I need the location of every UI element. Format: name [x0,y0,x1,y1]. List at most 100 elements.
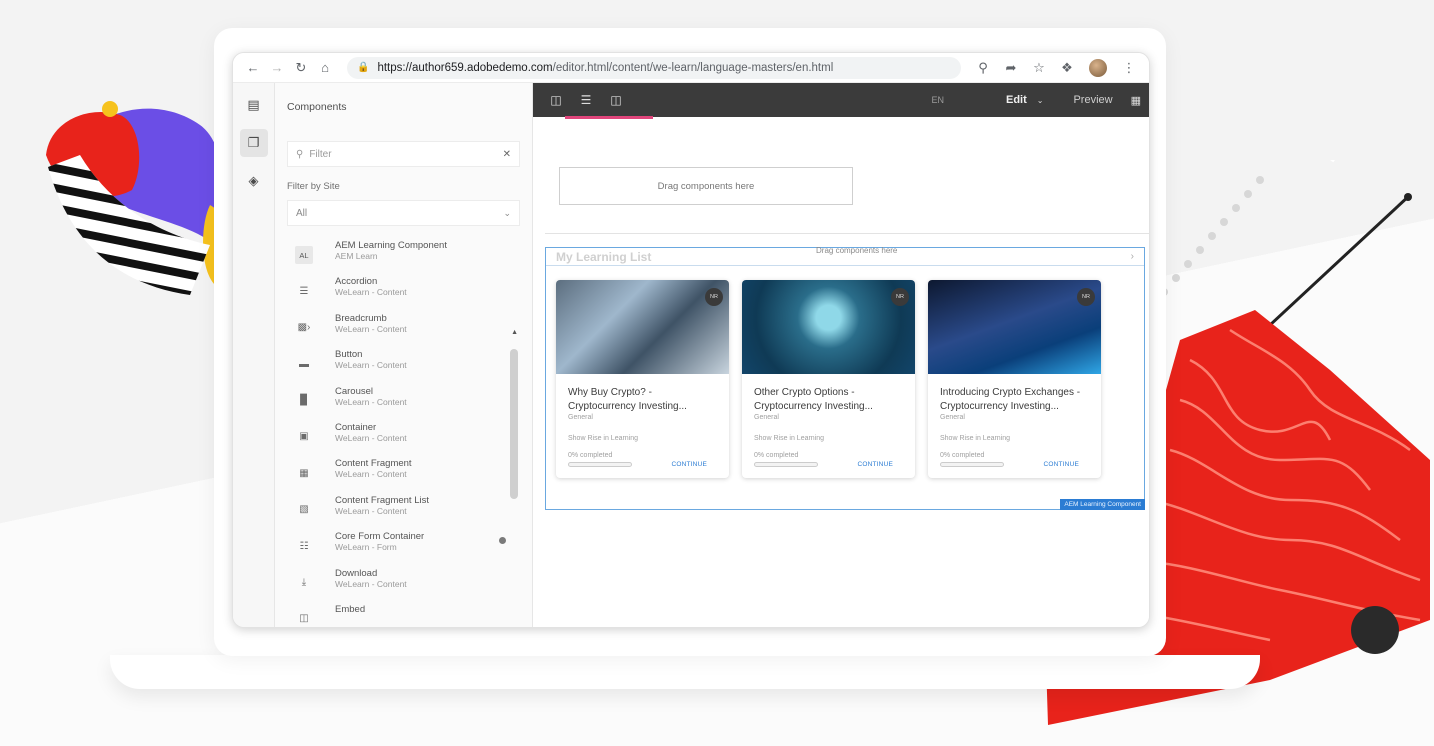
info-icon[interactable] [499,537,506,545]
home-icon: ⌂ [321,60,329,75]
continue-button[interactable]: CONTINUE [857,461,893,468]
forward-button[interactable]: → [265,56,289,80]
site-select[interactable]: All ⌄ [287,200,520,226]
preview-button[interactable]: Preview [1073,94,1112,106]
component-group: WeLearn - Content [335,396,407,407]
learning-cards: NR Why Buy Crypto? - Cryptocurrency Inve… [556,280,1101,478]
component-item-aem-learning[interactable]: AL AEM Learning Component AEM Learn [287,240,520,276]
component-name: Content Fragment [335,458,412,470]
learning-card[interactable]: NR Other Crypto Options - Cryptocurrency… [742,280,915,478]
back-button[interactable]: ← [241,56,265,80]
component-name: Container [335,421,377,433]
section-divider [545,233,1149,234]
component-name: Button [335,349,363,361]
component-item-download[interactable]: ⤓ Download WeLearn - Content [287,568,520,604]
browser-menu-button[interactable]: ⋮ [1117,56,1141,80]
container-icon: ▣ [299,431,309,443]
toggle-side-panel-button[interactable]: ◫ [541,83,571,117]
card-skill: Show Rise in Learning [940,435,1011,442]
component-item-breadcrumb[interactable]: ▩› Breadcrumb WeLearn - Content [287,313,520,349]
progress-bar [940,462,1004,467]
zoom-icon: ⚲ [978,59,988,75]
component-item-core-form-container[interactable]: ☷ Core Form Container WeLearn - Form [287,531,520,567]
form-container-icon: ☷ [299,540,309,552]
embed-icon: ◫ [299,613,309,625]
component-name: Accordion [335,276,378,288]
component-group: WeLearn - Content [335,432,407,443]
chevron-down-icon: ⌄ [503,207,511,218]
clear-filter-icon[interactable]: ✕ [503,149,511,160]
rail-page-tree-button[interactable]: ▤ [240,91,268,119]
address-bar[interactable]: 🔒 https://author659.adobedemo.com/editor… [347,56,961,79]
learning-card[interactable]: NR Introducing Crypto Exchanges - Crypto… [928,280,1101,478]
annotations-button[interactable]: ◫ [601,83,631,117]
site-select-value: All [296,207,308,219]
forward-arrow-icon: → [270,60,284,75]
page-editor: ◫ ☰ ◫ EN Edit ⌄ Preview ▦ Drag component… [533,83,1149,627]
component-name: Breadcrumb [335,312,387,324]
bookmark-button[interactable]: ☆ [1027,56,1051,80]
component-item-button[interactable]: ▬ Button WeLearn - Content [287,349,520,385]
profile-avatar[interactable] [1089,58,1107,77]
browser-window: ← → ↻ ⌂ 🔒 https://author659.adobedemo.co… [232,52,1150,628]
filter-placeholder: Filter [309,148,332,160]
components-icon: ❐ [247,135,260,150]
reload-button[interactable]: ↻ [289,56,313,80]
component-item-content-fragment-list[interactable]: ▧ Content Fragment List WeLearn - Content [287,495,520,531]
toolbar-right: EN Edit ⌄ Preview ▦ [931,94,1141,107]
component-item-content-fragment[interactable]: ▦ Content Fragment WeLearn - Content [287,458,520,494]
button-icon: ▬ [299,358,309,370]
aem-learning-component[interactable]: My Learning List Drag components here › … [545,246,1145,510]
aem-editor-app: ▤ ❐ ◈ Components ⚲ Filter ✕ Filter by Si… [233,83,1149,627]
card-progress-label: 0% completed [568,452,613,459]
rail-layers-button[interactable]: ◈ [240,167,268,195]
share-button[interactable]: ➦ [999,56,1023,80]
component-group: WeLearn - Content [335,578,407,589]
component-item-accordion[interactable]: ☰ Accordion WeLearn - Content [287,276,520,312]
scroll-up-arrow-icon[interactable]: ▲ [511,329,518,336]
drop-zone[interactable]: Drag components here [559,167,853,205]
card-skill: Show Rise in Learning [568,435,639,442]
side-panel-icon: ◫ [550,93,562,107]
component-tag: AEM Learning Component [1060,499,1145,510]
learning-drop-zone[interactable]: Drag components here [816,246,897,255]
back-arrow-icon: ← [246,60,260,75]
card-title: Why Buy Crypto? - Cryptocurrency Investi… [568,387,687,412]
learning-card[interactable]: NR Why Buy Crypto? - Cryptocurrency Inve… [556,280,729,478]
annotate-icon: ◫ [610,93,622,107]
mode-select[interactable]: Edit [1006,94,1027,106]
card-badge: NR [705,288,723,306]
card-progress-label: 0% completed [754,452,799,459]
card-thumbnail: NR [928,280,1101,374]
lock-icon: 🔒 [357,62,370,73]
component-item-embed[interactable]: ◫ Embed [287,604,520,627]
browser-toolbar: ← → ↻ ⌂ 🔒 https://author659.adobedemo.co… [233,53,1149,83]
content-fragment-list-icon: ▧ [299,504,309,516]
component-name: Download [335,567,378,579]
component-group: WeLearn - Content [335,323,407,334]
content-fragment-icon: ▦ [299,467,309,479]
rail-components-button[interactable]: ❐ [239,129,268,157]
sliders-icon: ☰ [580,93,592,107]
page-properties-button[interactable]: ☰ [565,83,653,119]
card-thumbnail: NR [556,280,729,374]
component-name: Carousel [335,385,374,397]
continue-button[interactable]: CONTINUE [671,461,707,468]
reload-icon: ↻ [295,59,307,75]
accordion-icon: ☰ [299,285,309,297]
component-item-carousel[interactable]: ▉ Carousel WeLearn - Content [287,386,520,422]
component-group: WeLearn - Form [335,542,397,553]
continue-button[interactable]: CONTINUE [1043,461,1079,468]
home-button[interactable]: ⌂ [313,56,337,80]
panel-scrollbar[interactable] [510,349,518,499]
chevron-right-icon[interactable]: › [1131,251,1134,262]
component-group: WeLearn - Content [335,287,407,298]
chevron-down-icon[interactable]: ⌄ [1037,96,1044,105]
emulator-icon[interactable]: ▦ [1131,94,1141,107]
extensions-button[interactable]: ❖ [1055,56,1079,80]
component-filter-input[interactable]: ⚲ Filter ✕ [287,141,520,167]
filter-by-site-label: Filter by Site [287,181,340,192]
component-group: WeLearn - Content [335,469,407,480]
component-item-container[interactable]: ▣ Container WeLearn - Content [287,422,520,458]
zoom-button[interactable]: ⚲ [971,56,995,80]
